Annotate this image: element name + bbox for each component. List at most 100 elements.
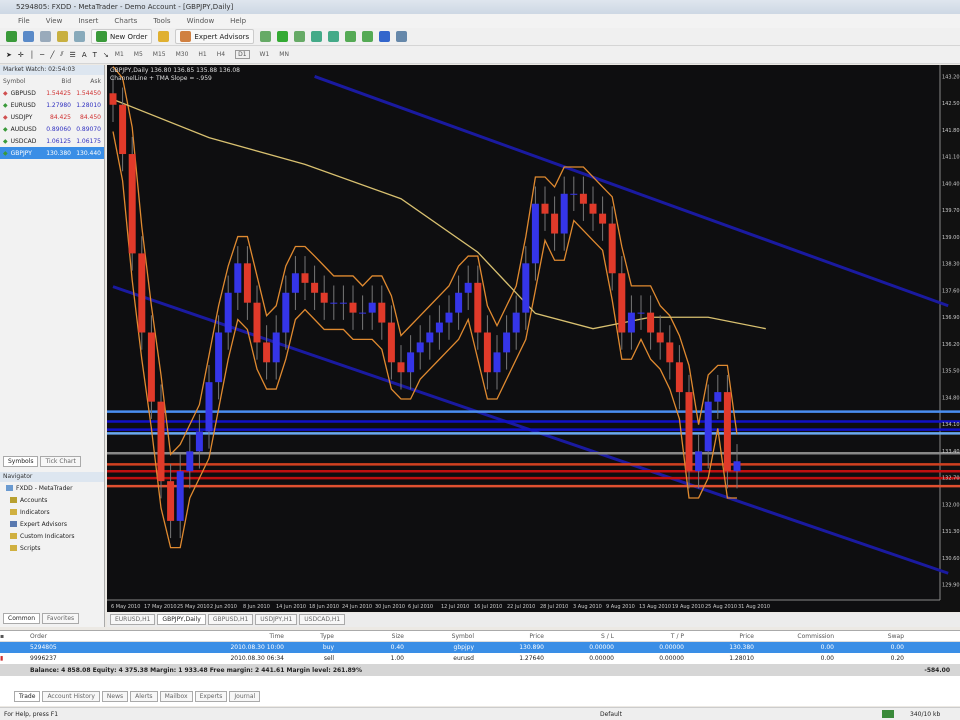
candle-body[interactable] bbox=[157, 401, 165, 482]
tab-symbols[interactable]: Symbols bbox=[3, 456, 39, 467]
market-watch-icon[interactable] bbox=[40, 31, 51, 42]
horizontal-line-icon[interactable]: ─ bbox=[40, 51, 44, 59]
collapse-icon[interactable]: ▪ bbox=[0, 633, 30, 640]
indicators-icon[interactable] bbox=[379, 31, 391, 42]
candle-body[interactable] bbox=[253, 302, 261, 343]
column-header[interactable]: Size bbox=[340, 633, 410, 640]
column-header[interactable]: Commission bbox=[760, 633, 840, 640]
column-header[interactable]: Type bbox=[290, 633, 340, 640]
menu-help[interactable]: Help bbox=[230, 17, 246, 25]
candle-body[interactable] bbox=[704, 401, 712, 452]
candle-body[interactable] bbox=[138, 253, 146, 333]
candle-body[interactable] bbox=[455, 292, 463, 313]
candle-body[interactable] bbox=[243, 263, 251, 303]
candle-body[interactable] bbox=[272, 332, 280, 363]
timeframe-m1[interactable]: M1 bbox=[115, 51, 124, 58]
market-watch-row[interactable]: ◆ GBPJPY 130.380 130.440 bbox=[0, 147, 104, 159]
market-watch-row[interactable]: ◆ EURUSD 1.27980 1.28010 bbox=[0, 99, 104, 111]
candle-body[interactable] bbox=[560, 193, 568, 234]
candle-body[interactable] bbox=[685, 392, 693, 472]
column-header[interactable]: Symbol bbox=[410, 633, 480, 640]
candle-body[interactable] bbox=[291, 273, 299, 293]
candle-body[interactable] bbox=[176, 471, 184, 521]
candle-body[interactable] bbox=[186, 451, 194, 472]
zoom-out-icon[interactable] bbox=[328, 31, 340, 42]
candle-body[interactable] bbox=[263, 342, 271, 363]
timeframe-h4[interactable]: H4 bbox=[217, 51, 225, 58]
chart-canvas[interactable]: 143.20 142.50 141.80 141.10 140.40 139.70 139.… bbox=[107, 65, 960, 612]
market-watch-row[interactable]: ◆ AUDUSD 0.89060 0.89070 bbox=[0, 123, 104, 135]
menu-file[interactable]: File bbox=[18, 17, 30, 25]
chart-tab[interactable]: EURUSD,H1 bbox=[110, 614, 156, 625]
candle-body[interactable] bbox=[407, 352, 415, 373]
metaeditor-icon[interactable] bbox=[158, 31, 170, 42]
chart-tab[interactable]: GBPJPY,Daily bbox=[157, 614, 206, 625]
column-header[interactable]: Order bbox=[30, 633, 230, 640]
candle-body[interactable] bbox=[483, 332, 491, 373]
candle-body[interactable] bbox=[378, 302, 386, 323]
candle-body[interactable] bbox=[666, 342, 674, 363]
candle-body[interactable] bbox=[695, 451, 703, 472]
channel-line[interactable] bbox=[314, 75, 949, 308]
market-watch-row[interactable]: ◆ USDJPY 84.425 84.450 bbox=[0, 111, 104, 123]
tile-icon[interactable] bbox=[345, 31, 357, 42]
candle-body[interactable] bbox=[147, 332, 155, 402]
menu-tools[interactable]: Tools bbox=[153, 17, 170, 25]
candle-body[interactable] bbox=[541, 203, 549, 214]
autoscroll-icon[interactable] bbox=[362, 31, 374, 42]
candle-body[interactable] bbox=[675, 362, 683, 393]
menu-view[interactable]: View bbox=[46, 17, 63, 25]
candle-body[interactable] bbox=[282, 292, 290, 333]
candle-body[interactable] bbox=[320, 292, 328, 303]
timeframe-w1[interactable]: W1 bbox=[260, 51, 270, 58]
candle-body[interactable] bbox=[301, 273, 309, 283]
candlesticks-icon[interactable] bbox=[277, 31, 289, 42]
candle-body[interactable] bbox=[512, 312, 520, 333]
crosshair-icon[interactable]: ✛ bbox=[18, 51, 24, 59]
navigator-item[interactable]: Custom Indicators bbox=[0, 530, 104, 542]
timeframe-d1[interactable]: D1 bbox=[235, 50, 250, 59]
timeframe-h1[interactable]: H1 bbox=[198, 51, 206, 58]
navigator-item[interactable]: Indicators bbox=[0, 506, 104, 518]
candle-body[interactable] bbox=[608, 223, 616, 274]
candle-body[interactable] bbox=[445, 312, 453, 323]
candle-body[interactable] bbox=[397, 362, 405, 373]
navigator-item[interactable]: Scripts bbox=[0, 542, 104, 554]
candle-body[interactable] bbox=[531, 203, 539, 264]
candle-body[interactable] bbox=[589, 203, 597, 214]
market-watch-row[interactable]: ◆ GBPUSD 1.54425 1.54450 bbox=[0, 87, 104, 99]
candle-body[interactable] bbox=[647, 312, 655, 333]
navigator-item[interactable]: FXDD - MetaTrader bbox=[0, 482, 104, 494]
templates-icon[interactable] bbox=[396, 31, 408, 42]
navigator-icon[interactable] bbox=[57, 31, 68, 42]
candle-body[interactable] bbox=[311, 282, 319, 293]
menu-charts[interactable]: Charts bbox=[114, 17, 137, 25]
candle-body[interactable] bbox=[522, 263, 530, 313]
candle-body[interactable] bbox=[733, 461, 741, 472]
new-order-button[interactable]: New Order bbox=[91, 29, 153, 44]
tab-favorites[interactable]: Favorites bbox=[42, 613, 80, 624]
column-header[interactable]: S / L bbox=[550, 633, 620, 640]
candle-body[interactable] bbox=[368, 302, 376, 313]
column-header[interactable]: Time bbox=[230, 633, 290, 640]
candle-body[interactable] bbox=[167, 481, 175, 521]
column-header[interactable]: Swap bbox=[840, 633, 910, 640]
candle-body[interactable] bbox=[656, 332, 664, 343]
menu-insert[interactable]: Insert bbox=[78, 17, 98, 25]
market-watch-row[interactable]: ◆ USDCAD 1.06125 1.06175 bbox=[0, 135, 104, 147]
terminal-tab[interactable]: Journal bbox=[229, 691, 261, 702]
candle-body[interactable] bbox=[464, 282, 472, 293]
column-header[interactable]: T / P bbox=[620, 633, 690, 640]
zoom-in-icon[interactable] bbox=[311, 31, 323, 42]
candle-body[interactable] bbox=[224, 292, 232, 333]
channel-icon[interactable]: ⫽ bbox=[60, 50, 63, 59]
expert-advisors-button[interactable]: Expert Advisors bbox=[175, 29, 255, 44]
candle-body[interactable] bbox=[579, 193, 587, 204]
menu-window[interactable]: Window bbox=[187, 17, 215, 25]
candle-body[interactable] bbox=[359, 312, 367, 314]
fibonacci-icon[interactable]: ☰ bbox=[70, 51, 76, 59]
text-icon[interactable]: A bbox=[82, 51, 87, 59]
candle-body[interactable] bbox=[339, 302, 347, 304]
candle-body[interactable] bbox=[627, 312, 635, 333]
candle-body[interactable] bbox=[426, 332, 434, 343]
